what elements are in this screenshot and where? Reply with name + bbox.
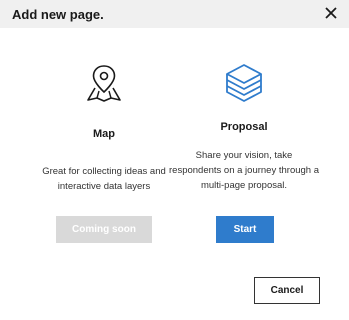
close-icon[interactable] [323, 5, 339, 21]
start-button[interactable]: Start [216, 216, 274, 243]
stacked-layers-icon [226, 64, 262, 102]
option-title-proposal: Proposal [220, 121, 268, 133]
option-description-proposal: Share your vision, take respondents on a… [169, 150, 319, 191]
cancel-button[interactable]: Cancel [254, 277, 320, 304]
option-map: Map Great for collecting ideas and inter… [29, 62, 179, 192]
coming-soon-button: Coming soon [56, 216, 152, 243]
option-proposal: Proposal Share your vision, take respond… [169, 62, 319, 191]
option-description-map: Great for collecting ideas and interacti… [42, 166, 166, 192]
dialog-title: Add new page. [12, 7, 104, 22]
dialog-header: Add new page. [0, 0, 349, 28]
map-pin-icon [87, 65, 121, 102]
option-title-map: Map [93, 128, 115, 140]
